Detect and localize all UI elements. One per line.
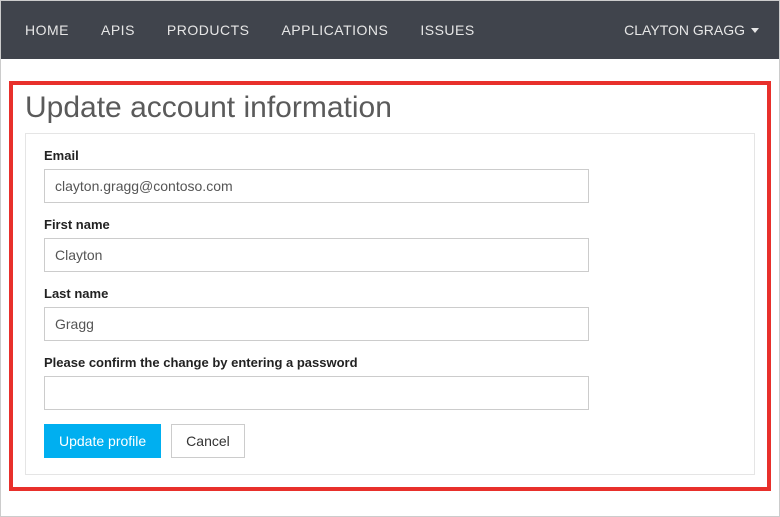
button-row: Update profile Cancel [44, 424, 736, 458]
group-last-name: Last name [44, 286, 736, 341]
nav-products[interactable]: PRODUCTS [151, 2, 266, 58]
label-first-name: First name [44, 217, 736, 232]
nav-issues[interactable]: ISSUES [404, 2, 490, 58]
top-nav: HOME APIS PRODUCTS APPLICATIONS ISSUES C… [1, 1, 779, 59]
input-first-name[interactable] [44, 238, 589, 272]
nav-applications[interactable]: APPLICATIONS [265, 2, 404, 58]
account-form: Email First name Last name Please confir… [25, 133, 755, 475]
input-email[interactable] [44, 169, 589, 203]
group-first-name: First name [44, 217, 736, 272]
nav-home[interactable]: HOME [9, 2, 85, 58]
nav-user-menu[interactable]: CLAYTON GRAGG [614, 2, 769, 58]
label-password: Please confirm the change by entering a … [44, 355, 736, 370]
caret-down-icon [751, 28, 759, 33]
nav-left: HOME APIS PRODUCTS APPLICATIONS ISSUES [9, 2, 491, 58]
input-password[interactable] [44, 376, 589, 410]
input-last-name[interactable] [44, 307, 589, 341]
page-title: Update account information [25, 89, 755, 133]
label-email: Email [44, 148, 736, 163]
group-password: Please confirm the change by entering a … [44, 355, 736, 410]
update-profile-button[interactable]: Update profile [44, 424, 161, 458]
cancel-button[interactable]: Cancel [171, 424, 245, 458]
group-email: Email [44, 148, 736, 203]
nav-apis[interactable]: APIS [85, 2, 151, 58]
highlight-frame: Update account information Email First n… [9, 81, 771, 491]
label-last-name: Last name [44, 286, 736, 301]
nav-user-name: CLAYTON GRAGG [624, 22, 745, 38]
